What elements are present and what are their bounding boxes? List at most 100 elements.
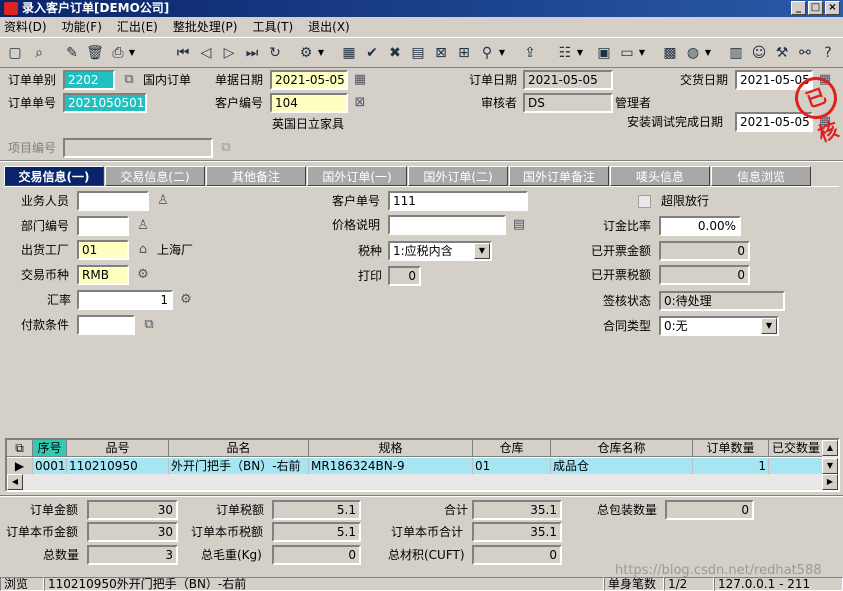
prev-record-icon[interactable]: ◁	[197, 44, 215, 62]
factory-field[interactable]: 01	[77, 240, 129, 260]
scroll-down-icon[interactable]: ▼	[822, 458, 838, 474]
customer-no-field[interactable]: 104	[270, 93, 348, 113]
horizontal-scrollbar[interactable]: ◀ ▶	[7, 474, 838, 490]
link-icon[interactable]: ⊞	[455, 44, 473, 62]
lookup-icon[interactable]: ⧉	[121, 72, 137, 88]
install-date-field[interactable]: 2021-05-05	[735, 112, 813, 132]
grid-corner-icon[interactable]: ⧉	[7, 440, 33, 457]
connect-icon[interactable]: ⚯	[796, 44, 814, 62]
table-cell[interactable]: 外开门把手（BN）-右前	[169, 458, 309, 475]
tab-other-notes[interactable]: 其他备注	[206, 166, 306, 186]
last-record-icon[interactable]: ⏭	[243, 44, 261, 62]
table-cell[interactable]	[769, 458, 824, 475]
menu-batch[interactable]: 整批处理(P)	[173, 18, 238, 35]
tab-trade-info-1[interactable]: 交易信息(一)	[4, 166, 104, 186]
col-warehouse-name[interactable]: 仓库名称	[551, 440, 693, 457]
calculator-icon[interactable]: ▦	[340, 44, 358, 62]
table-cell[interactable]: 110210950	[67, 458, 169, 475]
col-delivered-qty[interactable]: 已交数量	[769, 440, 824, 457]
table-cell[interactable]: 1	[693, 458, 769, 475]
void-icon[interactable]: ⊠	[432, 44, 450, 62]
chevron-down-icon[interactable]: ▼	[474, 243, 490, 259]
lookup-icon[interactable]: ⧉	[141, 317, 157, 333]
customer-lookup-icon[interactable]: ⊠	[352, 95, 368, 111]
factory-lookup-icon[interactable]: ⌂	[135, 242, 151, 258]
detail-grid[interactable]: ⧉ 序号 品号 品名 规格 仓库 仓库名称 订单数量 已交数量 ▶ 0001 1…	[5, 438, 840, 492]
new-icon[interactable]: ▢	[6, 44, 24, 62]
overlimit-checkbox[interactable]	[638, 195, 651, 208]
tools-icon[interactable]: ⚒	[773, 44, 791, 62]
preview-dropdown-icon[interactable]: ▼	[638, 44, 646, 62]
cancel-approve-icon[interactable]: ✖	[386, 44, 404, 62]
document-icon[interactable]: ▤	[409, 44, 427, 62]
col-item-name[interactable]: 品名	[169, 440, 309, 457]
select-icon[interactable]: ⚙	[297, 44, 315, 62]
calendar-icon[interactable]: ▦	[352, 72, 368, 88]
payment-field[interactable]	[77, 315, 135, 335]
note-icon[interactable]: ▤	[511, 217, 527, 233]
grid-icon[interactable]: ☷	[556, 44, 574, 62]
col-item-no[interactable]: 品号	[67, 440, 169, 457]
price-note-field[interactable]	[388, 215, 506, 235]
order-no-field[interactable]: 20210505013	[63, 93, 147, 113]
table-cell[interactable]: MR186324BN-9	[309, 458, 473, 475]
table-cell[interactable]: 成品仓	[551, 458, 693, 475]
col-seq[interactable]: 序号	[33, 440, 67, 457]
window-icon[interactable]: ▥	[727, 44, 745, 62]
col-spec[interactable]: 规格	[309, 440, 473, 457]
chevron-down-icon[interactable]: ▼	[761, 318, 777, 334]
find-dropdown-icon[interactable]: ▼	[498, 44, 506, 62]
tab-foreign-order-notes[interactable]: 国外订单备注	[509, 166, 609, 186]
select-dropdown-icon[interactable]: ▼	[317, 44, 325, 62]
help-icon[interactable]: ?	[819, 44, 837, 62]
tab-foreign-order-1[interactable]: 国外订单(一)	[307, 166, 407, 186]
query-icon[interactable]: ⌕	[30, 44, 48, 62]
rate-field[interactable]: 1	[77, 290, 173, 310]
person-lookup-icon[interactable]: ♙	[155, 193, 171, 209]
menu-exit[interactable]: 退出(X)	[308, 18, 350, 35]
order-type-field[interactable]: 2202	[63, 70, 115, 90]
col-order-qty[interactable]: 订单数量	[693, 440, 769, 457]
grid-dropdown-icon[interactable]: ▼	[576, 44, 584, 62]
currency-field[interactable]: RMB	[77, 265, 129, 285]
calendar-icon[interactable]: ▩	[661, 44, 679, 62]
globe-dropdown-icon[interactable]: ▼	[704, 44, 712, 62]
preview-icon[interactable]: ▭	[618, 44, 636, 62]
cust-order-field[interactable]: 111	[388, 191, 528, 211]
rate-lookup-icon[interactable]: ⚙	[178, 292, 194, 308]
find-icon[interactable]: ⚲	[478, 44, 496, 62]
tab-shipping-marks[interactable]: 唛头信息	[610, 166, 710, 186]
vertical-scrollbar[interactable]: ▲ ▼	[822, 440, 838, 474]
contract-type-select[interactable]: 0:无 ▼	[659, 316, 779, 336]
menu-tools[interactable]: 工具(T)	[252, 18, 293, 35]
tab-info-browse[interactable]: 信息浏览	[711, 166, 811, 186]
print-icon[interactable]: ⎙	[109, 44, 127, 62]
menu-export[interactable]: 汇出(E)	[117, 18, 158, 35]
menu-function[interactable]: 功能(F)	[62, 18, 102, 35]
table-cell[interactable]: 0001	[33, 458, 67, 475]
table-cell[interactable]: 01	[473, 458, 551, 475]
salesperson-field[interactable]	[77, 191, 149, 211]
users-icon[interactable]: ☺	[750, 44, 768, 62]
deposit-field[interactable]: 0.00%	[659, 216, 741, 236]
print-dropdown-icon[interactable]: ▼	[128, 44, 136, 62]
edit-icon[interactable]: ✎	[63, 44, 81, 62]
scroll-up-icon[interactable]: ▲	[822, 440, 838, 456]
approve-icon[interactable]: ✔	[363, 44, 381, 62]
next-record-icon[interactable]: ▷	[220, 44, 238, 62]
briefcase-icon[interactable]: ▣	[595, 44, 613, 62]
export-icon[interactable]: ⇪	[521, 44, 539, 62]
globe-icon[interactable]: ◍	[684, 44, 702, 62]
doc-date-field[interactable]: 2021-05-05	[270, 70, 348, 90]
menu-data[interactable]: 资料(D)	[4, 18, 47, 35]
col-warehouse[interactable]: 仓库	[473, 440, 551, 457]
refresh-icon[interactable]: ↻	[266, 44, 284, 62]
currency-lookup-icon[interactable]: ⚙	[135, 267, 151, 283]
first-record-icon[interactable]: ⏮	[174, 44, 192, 62]
tab-trade-info-2[interactable]: 交易信息(二)	[105, 166, 205, 186]
minimize-button[interactable]: _	[791, 1, 806, 15]
dept-lookup-icon[interactable]: ♙	[135, 218, 151, 234]
scroll-left-icon[interactable]: ◀	[7, 474, 23, 490]
maximize-button[interactable]: □	[808, 1, 823, 15]
scroll-right-icon[interactable]: ▶	[822, 474, 838, 490]
